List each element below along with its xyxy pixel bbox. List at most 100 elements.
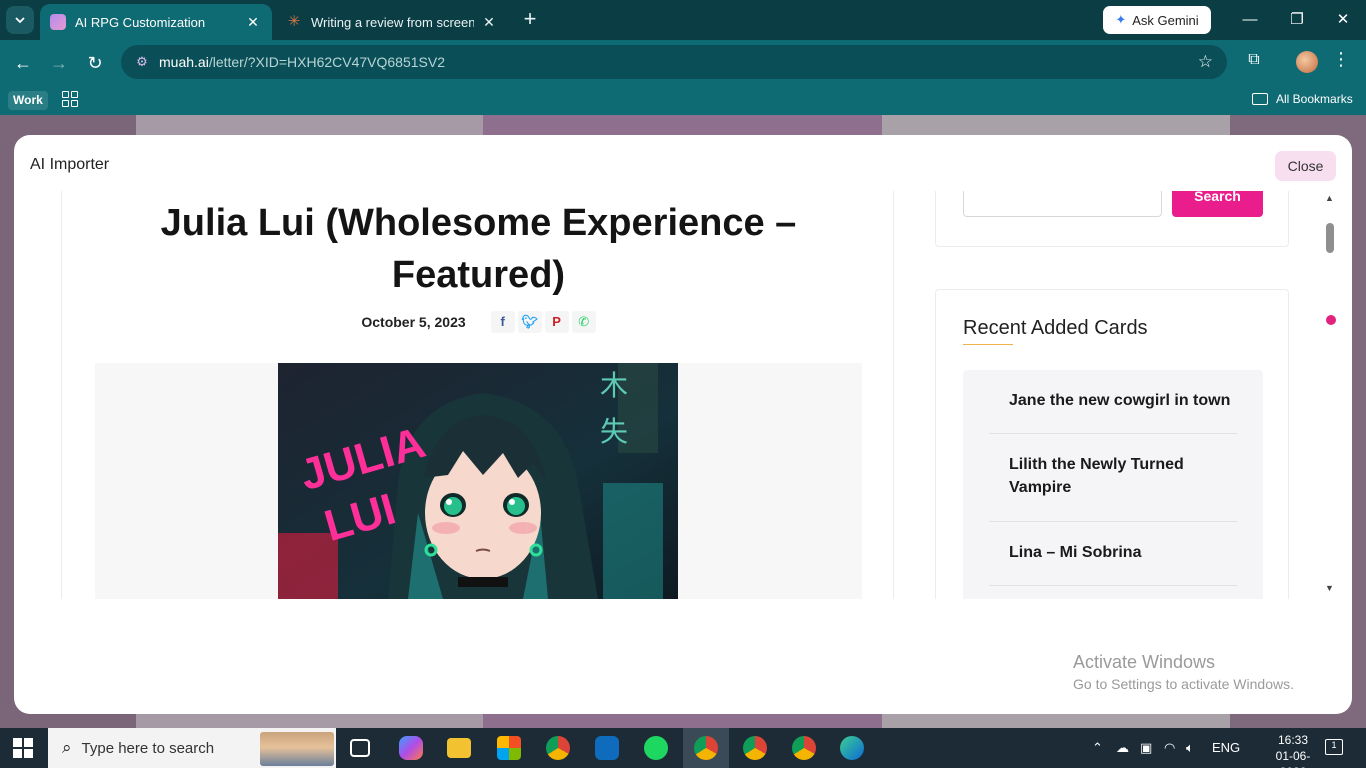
microsoft-store-icon[interactable]: [497, 736, 521, 760]
minimize-button[interactable]: —: [1238, 8, 1262, 32]
search-widget: Search: [935, 191, 1289, 247]
new-tab-button[interactable]: +: [518, 8, 542, 32]
all-bookmarks-button[interactable]: All Bookmarks: [1252, 92, 1353, 106]
tab-title: AI RPG Customization: [75, 14, 206, 30]
chevron-up-icon[interactable]: ⌃: [1092, 740, 1103, 756]
recent-cards-list: Jane the new cowgirl in town Lilith the …: [963, 370, 1263, 599]
card-link[interactable]: Lina – Mi Sobrina: [989, 522, 1237, 586]
windows-start-icon[interactable]: [13, 738, 33, 758]
bookmarks-bar: Work All Bookmarks: [0, 85, 1366, 115]
search-highlight-image: [260, 732, 334, 766]
tab-ai-rpg[interactable]: AI RPG Customization ✕: [40, 4, 272, 40]
featured-image: 木 失 JULIA LUI: [278, 363, 678, 599]
claude-favicon-icon: ✳: [287, 13, 301, 30]
extensions-icon[interactable]: ⧉: [1242, 51, 1266, 69]
search-button[interactable]: Search: [1172, 191, 1263, 217]
watermark-line1: Activate Windows: [1073, 652, 1216, 672]
taskbar-search-box[interactable]: ⌕ Type here to search: [48, 728, 336, 768]
ai-importer-modal: AI Importer Close Julia Lui (Wholesome E…: [14, 135, 1352, 714]
edge-icon[interactable]: [840, 736, 864, 760]
importer-frame: Julia Lui (Wholesome Experience – Featur…: [61, 191, 1337, 599]
meet-now-icon[interactable]: ▣: [1140, 740, 1152, 756]
close-icon[interactable]: ✕: [480, 14, 498, 31]
search-icon: ⌕: [62, 738, 72, 757]
close-icon[interactable]: ✕: [244, 14, 262, 31]
chrome-profile-icon[interactable]: [743, 736, 767, 760]
url-path: /letter/?XID=HXH62CV47VQ6851SV2: [208, 54, 446, 70]
article: Julia Lui (Wholesome Experience – Featur…: [61, 191, 1336, 599]
scroll-up-arrow-icon[interactable]: ▲: [1325, 193, 1334, 203]
forward-button[interactable]: →: [46, 50, 72, 76]
apps-grid-icon[interactable]: [62, 91, 78, 107]
tab-review[interactable]: ✳ Writing a review from screenshots ✕: [276, 4, 508, 40]
post-date: October 5, 2023: [361, 314, 466, 330]
whatsapp-icon[interactable]: ✆: [571, 311, 596, 333]
ask-gemini-label: Ask Gemini: [1132, 12, 1199, 28]
ask-gemini-button[interactable]: ✦ Ask Gemini: [1103, 6, 1211, 34]
chrome-icon[interactable]: [546, 736, 570, 760]
title-underline: [963, 344, 1013, 345]
address-bar[interactable]: ⚙ muah.ai /letter/?XID=HXH62CV47VQ6851SV…: [121, 45, 1227, 79]
frame-scrollbar[interactable]: ▲ ▼: [1323, 191, 1337, 599]
spotify-icon[interactable]: [644, 736, 668, 760]
folder-icon: [1252, 93, 1268, 105]
twitter-icon[interactable]: 🐦︎: [517, 311, 542, 333]
card-link-label: Lina – Mi Sobrina: [1009, 544, 1142, 561]
notification-center-icon[interactable]: 1: [1325, 739, 1343, 755]
taskbar-search-placeholder: Type here to search: [81, 739, 215, 757]
modal-title: AI Importer: [30, 156, 110, 173]
window-close-button[interactable]: ✕: [1331, 8, 1355, 32]
scroll-down-arrow-icon[interactable]: ▼: [1325, 583, 1334, 593]
onedrive-icon[interactable]: ☁: [1116, 740, 1129, 756]
search-input[interactable]: [963, 191, 1162, 217]
profile-avatar[interactable]: [1296, 51, 1318, 73]
svg-text:木: 木: [600, 369, 628, 402]
chrome-profile-icon[interactable]: [694, 736, 718, 760]
url-host: muah.ai: [159, 54, 209, 70]
tab-search-button[interactable]: [6, 6, 34, 34]
recent-cards-title: Recent Added Cards: [963, 317, 1148, 339]
watermark-line2: Go to Settings to activate Windows.: [1073, 676, 1294, 692]
chrome-profile-icon[interactable]: [792, 736, 816, 760]
outlook-icon[interactable]: [595, 736, 619, 760]
card-link-label: Jane the new cowgirl in town: [1009, 392, 1231, 409]
wifi-icon[interactable]: ◠: [1164, 740, 1175, 756]
taskbar-clock[interactable]: 16:33 01-06-2026: [1264, 732, 1322, 768]
all-bookmarks-label: All Bookmarks: [1276, 92, 1353, 106]
task-view-icon[interactable]: [350, 739, 370, 757]
muah-favicon-icon: [50, 14, 66, 30]
copilot-icon[interactable]: [399, 736, 423, 760]
browser-menu-icon[interactable]: ⋮: [1331, 49, 1351, 70]
anime-portrait-illustration: 木 失 JULIA LUI: [278, 363, 678, 599]
sidebar: Search Recent Added Cards Jane the new c…: [935, 191, 1289, 599]
chevron-down-icon: [15, 17, 25, 24]
scroll-thumb[interactable]: [1326, 223, 1334, 253]
facebook-icon[interactable]: f: [490, 311, 515, 333]
svg-text:失: 失: [600, 415, 628, 448]
pinterest-icon[interactable]: P: [544, 311, 569, 333]
language-indicator[interactable]: ENG: [1212, 740, 1240, 755]
clock-time: 16:33: [1277, 733, 1309, 747]
post-meta: October 5, 2023 f 🐦︎ P ✆: [62, 311, 1336, 333]
back-button[interactable]: ←: [10, 50, 36, 76]
browser-toolbar: ← → ↻ ⚙ muah.ai /letter/?XID=HXH62CV47VQ…: [0, 40, 1366, 85]
restore-button[interactable]: ❐: [1285, 8, 1309, 32]
activate-windows-watermark: Activate Windows Go to Settings to activ…: [1073, 651, 1294, 695]
gemini-spark-icon: ✦: [1115, 12, 1127, 27]
featured-image-area: 木 失 JULIA LUI: [95, 363, 862, 599]
bookmark-star-icon[interactable]: ☆: [1198, 52, 1213, 72]
card-link[interactable]: Lilith the Newly Turned Vampire: [989, 434, 1237, 522]
reload-button[interactable]: ↻: [82, 50, 108, 76]
card-link-label: Lilith the Newly Turned Vampire: [1009, 456, 1184, 496]
tab-title: Writing a review from screenshots: [311, 14, 474, 30]
notification-count: 1: [1331, 740, 1337, 750]
modal-close-button[interactable]: Close: [1275, 151, 1336, 181]
card-link[interactable]: Jane the new cowgirl in town: [989, 382, 1237, 434]
tab-strip: AI RPG Customization ✕ ✳ Writing a revie…: [0, 0, 1366, 40]
file-explorer-icon[interactable]: [447, 738, 471, 758]
volume-icon[interactable]: 🔈︎: [1186, 740, 1194, 756]
site-info-icon[interactable]: ⚙: [127, 54, 157, 70]
recent-cards-widget: Recent Added Cards Jane the new cowgirl …: [935, 289, 1289, 599]
clock-date: 01-06-2026: [1275, 749, 1311, 768]
work-profile-badge[interactable]: Work: [8, 91, 48, 110]
